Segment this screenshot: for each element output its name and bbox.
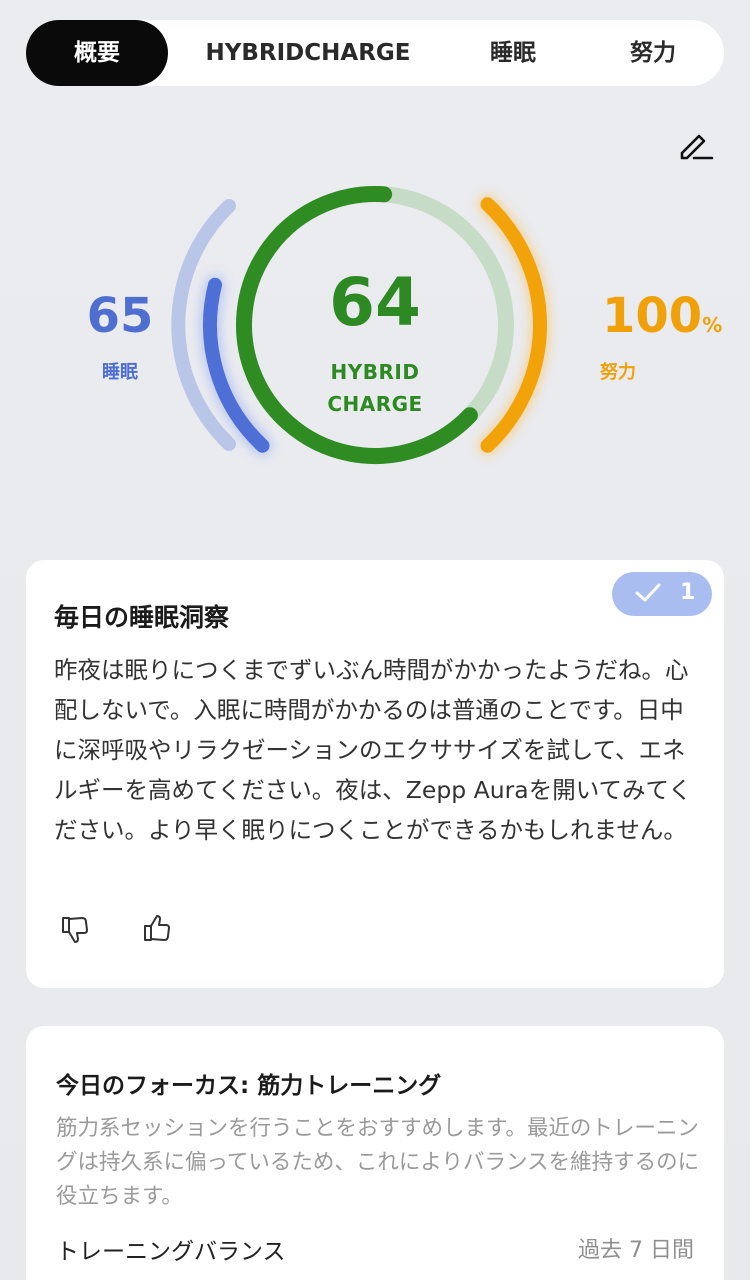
tab-bar: 概要 HYBRIDCHARGE 睡眠 努力 [26,20,724,86]
focus-title: 今日のフォーカス: 筋力トレーニング [56,1073,442,1099]
training-balance-label: トレーニングバランス [56,1239,286,1265]
period-label: 過去 7 日間 [578,1238,694,1263]
hybrid-label-line2: CHARGE [327,392,423,416]
thumbs-down-icon[interactable] [58,912,92,946]
tab-hybridcharge[interactable]: HYBRIDCHARGE [186,20,430,86]
thumbs-up-icon[interactable] [140,912,174,946]
effort-score-label: 努力 [600,362,636,383]
effort-value-number: 100 [602,288,703,344]
check-icon [634,580,662,612]
sleep-score-value: 65 [86,288,154,344]
card-title: 毎日の睡眠洞察 [54,603,230,632]
completed-badge[interactable]: 1 [612,572,712,616]
app-screen: 概要 HYBRIDCHARGE 睡眠 努力 64 HYBRID CHARGE 6… [0,0,750,1280]
hybrid-charge-label: HYBRID CHARGE [275,356,475,420]
hybrid-label-line1: HYBRID [330,360,420,384]
tab-overview[interactable]: 概要 [26,20,168,86]
badge-count: 1 [680,580,696,605]
sleep-score-label: 睡眠 [102,362,138,383]
tab-effort[interactable]: 努力 [598,20,708,86]
hybrid-charge-value: 64 [329,264,421,341]
score-gauges: 64 HYBRID CHARGE 65 睡眠 100% 努力 [0,160,750,500]
tab-sleep[interactable]: 睡眠 [458,20,568,86]
effort-value-unit: % [702,313,723,337]
focus-body-text: 筋力系セッションを行うことをおすすめします。最近のトレーニングは持久系に偏ってい… [56,1116,700,1209]
effort-score-value: 100% [590,292,730,340]
focus-card[interactable]: 今日のフォーカス: 筋力トレーニング 筋力系セッションを行うことをおすすめします… [26,1026,724,1280]
card-body-text: 昨夜は眠りにつくまでずいぶん時間がかかったようだね。心配しないで。入眠に時間がか… [54,656,692,844]
sleep-insight-card[interactable]: 1 毎日の睡眠洞察 昨夜は眠りにつくまでずいぶん時間がかかったようだね。心配しな… [26,560,724,988]
